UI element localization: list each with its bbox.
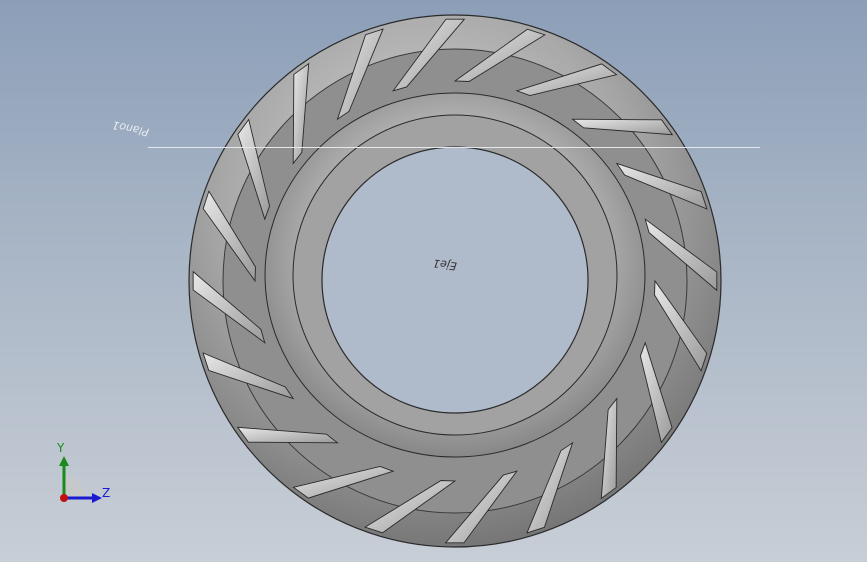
graphics-viewport[interactable]: Plano1 Eje1 Y Z	[0, 0, 867, 562]
tire-model[interactable]	[0, 0, 867, 562]
tire-bore	[321, 146, 589, 414]
plane-trace-line	[148, 147, 760, 148]
triad-z-label: Z	[102, 486, 111, 500]
triad-y-label: Y	[57, 441, 65, 455]
